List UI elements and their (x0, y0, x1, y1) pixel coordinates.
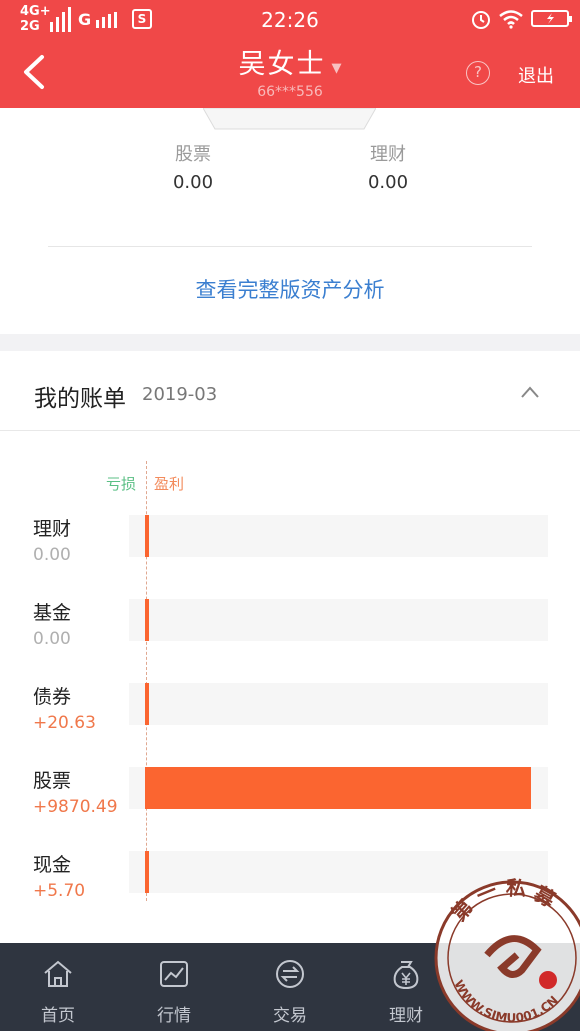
bill-date[interactable]: 2019-03 (142, 384, 217, 405)
bill-row-value: 0.00 (33, 545, 71, 565)
profit-bar (145, 599, 149, 641)
profit-bar (145, 683, 149, 725)
logout-button[interactable]: 退出 (518, 62, 554, 88)
help-icon[interactable]: ? (466, 61, 490, 85)
bill-row: 股票 +9870.49 (0, 766, 580, 850)
bar-track (129, 515, 548, 557)
bill-row-value: 0.00 (33, 629, 71, 649)
status-time: 22:26 (261, 8, 319, 32)
profit-bar (145, 851, 149, 893)
bar-track (129, 683, 548, 725)
asset-value: 0.00 (172, 172, 214, 193)
legend-loss: 亏损 (106, 475, 137, 493)
asset-value: 0.00 (367, 172, 409, 193)
asset-item-finance: 理财 0.00 (328, 140, 448, 193)
asset-overview-card: 股票 0.00 理财 0.00 查看完整版资产分析 (0, 108, 580, 334)
wifi-icon (499, 10, 523, 29)
trade-icon (276, 960, 304, 988)
nav-item-market[interactable]: 行情 (116, 943, 232, 1031)
bill-row-label: 理财 (33, 518, 72, 540)
bar-track (129, 599, 548, 641)
finance-yuan-icon (393, 961, 419, 990)
battery-icon (531, 10, 572, 27)
nav-label: 首页 (41, 1006, 75, 1026)
full-analysis-link[interactable]: 查看完整版资产分析 (0, 274, 580, 304)
alarm-icon (472, 11, 490, 29)
account-number: 66***556 (257, 84, 323, 100)
bill-row: 债券 +20.63 (0, 682, 580, 766)
divider (48, 246, 532, 247)
nav-item-trade[interactable]: 交易 (232, 943, 348, 1031)
account-switcher[interactable]: 吴女士 ▼ (0, 42, 580, 81)
my-bill-card: 我的账单 2019-03 亏损 盈利 理财 0.00 基金 0.00 债券 +20.63 股… (0, 351, 580, 943)
asset-label: 股票 (175, 144, 211, 165)
app-header: 4G+ 2G G S 22:26 吴女士 ▼ 66***556 ? 退出 (0, 0, 580, 108)
bill-row-value: +5.70 (33, 881, 86, 901)
status-bar: 4G+ 2G G S 22:26 (0, 0, 580, 38)
nav-label: 行情 (157, 1006, 191, 1026)
bill-row-label: 股票 (33, 770, 72, 792)
asset-chart-base (203, 108, 376, 130)
bill-row-label: 基金 (33, 602, 72, 624)
bill-row-label: 现金 (33, 854, 72, 876)
bill-title: 我的账单 (34, 386, 126, 412)
market-chart-icon (160, 961, 188, 987)
asset-item-stock: 股票 0.00 (133, 140, 253, 193)
bill-row: 理财 0.00 (0, 514, 580, 598)
collapse-chevron-icon[interactable] (520, 385, 540, 399)
bill-row-value: +20.63 (33, 713, 96, 733)
dropdown-caret-icon: ▼ (331, 61, 342, 76)
nav-label: 交易 (273, 1006, 307, 1026)
home-icon (44, 960, 72, 987)
profit-bar (145, 767, 531, 809)
page-title: 吴女士 (238, 49, 326, 80)
bill-row: 基金 0.00 (0, 598, 580, 682)
profit-bar (145, 515, 149, 557)
watermark-seal-icon: 第 一 私 募 WWW.SIMU001.CN (434, 876, 580, 1031)
legend-profit: 盈利 (154, 475, 185, 493)
divider (0, 430, 580, 431)
nav-item-home[interactable]: 首页 (0, 943, 116, 1031)
asset-label: 理财 (370, 144, 406, 165)
bill-row-value: +9870.49 (33, 797, 118, 817)
bill-row-label: 债券 (33, 686, 72, 708)
